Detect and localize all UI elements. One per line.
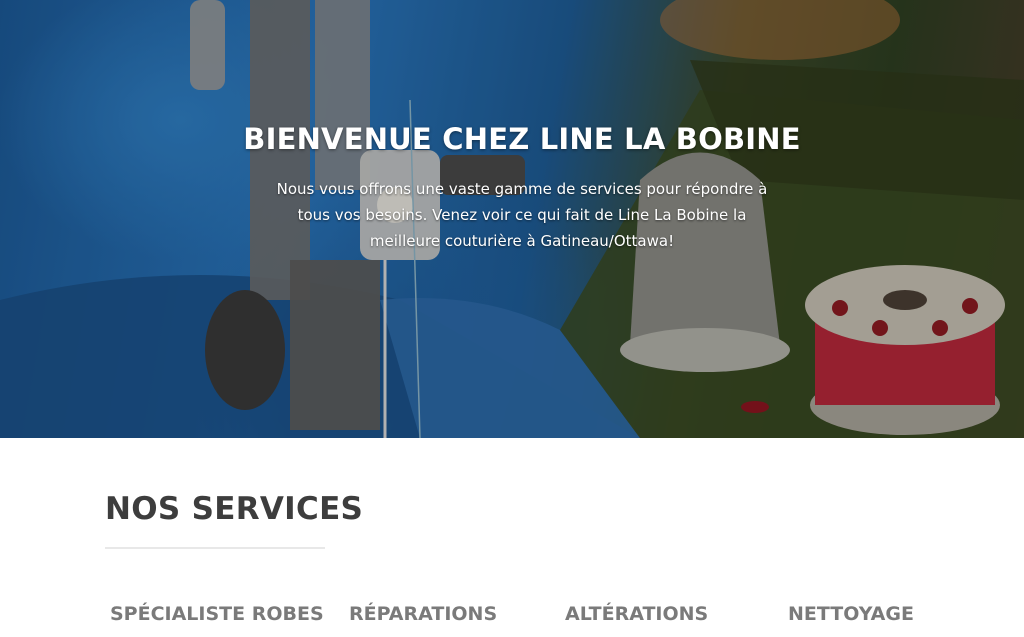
hero-banner: BIENVENUE CHEZ LINE LA BOBINE Nous vous … bbox=[0, 0, 1024, 438]
hero-description: Nous vous offrons une vaste gamme de ser… bbox=[276, 180, 768, 250]
heading-divider bbox=[105, 547, 325, 549]
hero-title: BIENVENUE CHEZ LINE LA BOBINE bbox=[243, 122, 801, 156]
service-tab-nettoyage[interactable]: NETTOYAGE bbox=[788, 603, 914, 625]
service-tab-robes[interactable]: SPÉCIALISTE ROBES bbox=[110, 603, 324, 625]
services-heading: NOS SERVICES bbox=[105, 491, 364, 527]
service-tab-reparations[interactable]: RÉPARATIONS bbox=[349, 603, 497, 625]
service-tab-alterations[interactable]: ALTÉRATIONS bbox=[565, 603, 708, 625]
